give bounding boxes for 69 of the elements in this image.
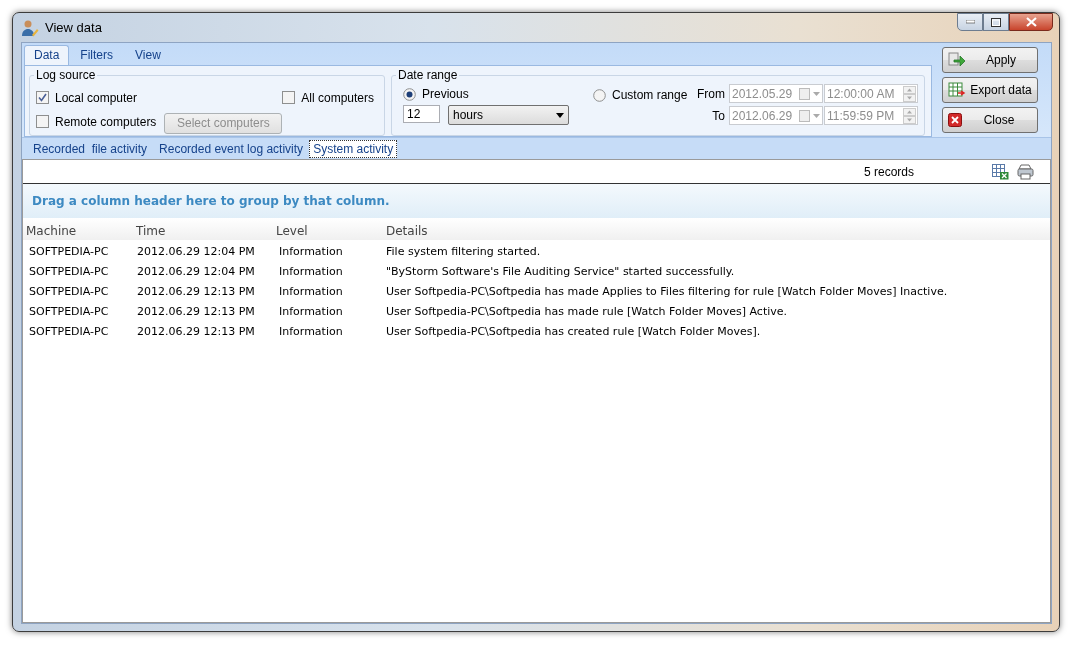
ribbon-tab[interactable]: Filters <box>69 46 125 65</box>
column-header[interactable]: Time <box>133 224 273 240</box>
spin-icon <box>903 107 916 124</box>
table-cell-text: 2012.06.29 12:04 PM <box>136 264 256 278</box>
unit-dropdown[interactable]: hours <box>448 105 569 125</box>
minimize-icon <box>965 20 975 24</box>
maximize-icon <box>991 17 1001 27</box>
radio-button[interactable] <box>593 88 606 102</box>
checkbox-label: All computers <box>301 90 374 105</box>
close-window-button[interactable] <box>1009 13 1053 31</box>
close-icon <box>948 113 962 127</box>
table-cell-text: Information <box>278 324 344 338</box>
radio-label: Previous <box>422 87 469 101</box>
export-spreadsheet-icon[interactable] <box>992 163 1009 180</box>
spreadsheet-icon <box>948 82 966 98</box>
arrow-icon <box>948 52 966 68</box>
column-header[interactable]: Level <box>273 224 383 240</box>
table-cell-text: 2012.06.29 12:04 PM <box>136 244 256 258</box>
group-title: Date range <box>396 68 460 82</box>
table-cell-text: Information <box>278 264 344 278</box>
checkbox[interactable] <box>36 91 49 105</box>
group-title: Log source <box>34 68 98 82</box>
group-by-hint: Drag a column header here to group by that column. <box>32 194 390 208</box>
export-button[interactable]: Export data <box>942 77 1038 103</box>
checkbox[interactable] <box>36 115 49 129</box>
ribbon-tab[interactable]: View <box>124 46 172 65</box>
table-cell-text: User Softpedia-PC\Softpedia has made Applies to Files filtering for rule [Watch Folder Moves] Inactive. <box>385 284 949 298</box>
table-cell-text: User Softpedia-PC\Softpedia has made rule [Watch Folder Moves] Active. <box>385 304 789 318</box>
minimize-button[interactable] <box>957 13 983 31</box>
window-title: View data <box>45 20 103 35</box>
table-cell-text: SOFTPEDIA-PC <box>28 284 110 298</box>
table-cell-text: 2012.06.29 12:13 PM <box>136 304 256 318</box>
calendar-dropdown-icon <box>799 109 821 122</box>
field-label: To <box>711 108 725 123</box>
user-icon <box>21 18 39 37</box>
dropdown-arrow-icon <box>556 112 564 118</box>
table-cell-text: "ByStorm Software's File Auditing Service" started successfully. <box>385 264 736 278</box>
column-header[interactable]: Details <box>383 224 1050 240</box>
close-button[interactable]: Close <box>942 107 1038 133</box>
print-icon[interactable] <box>1017 163 1034 180</box>
radio-button[interactable] <box>403 87 416 101</box>
column-header[interactable]: Machine <box>23 224 133 240</box>
table-cell-text: SOFTPEDIA-PC <box>28 304 110 318</box>
ribbon-tab[interactable]: Data <box>24 45 70 65</box>
activity-tab[interactable]: System activity <box>309 139 398 158</box>
checkbox-label: Remote computers <box>55 114 157 129</box>
table-cell-text: SOFTPEDIA-PC <box>28 264 110 278</box>
table-cell-text: Information <box>278 244 344 258</box>
checkbox-label: Local computer <box>55 90 138 105</box>
apply-button[interactable]: Apply <box>942 47 1038 73</box>
table-cell-text: Information <box>278 304 344 318</box>
table-cell-text: 2012.06.29 12:13 PM <box>136 284 256 298</box>
activity-tab[interactable]: Recorded event log activity <box>153 139 310 158</box>
table-cell-text: SOFTPEDIA-PC <box>28 324 110 338</box>
record-count: 5 records <box>863 164 914 179</box>
table-cell-text: Information <box>278 284 344 298</box>
checkbox[interactable] <box>282 91 296 105</box>
radio-label: Custom range <box>612 88 688 102</box>
spin-icon <box>903 85 916 102</box>
table-cell-text: 2012.06.29 12:13 PM <box>136 324 256 338</box>
field-label: From <box>697 86 725 101</box>
number-field[interactable]: 12 <box>403 105 440 123</box>
table-cell-text: File system filtering started. <box>385 244 542 258</box>
calendar-dropdown-icon <box>799 87 821 100</box>
table-cell-text: SOFTPEDIA-PC <box>28 244 110 258</box>
table-cell-text: User Softpedia-PC\Softpedia has created rule [Watch Folder Moves]. <box>385 324 762 338</box>
close-icon <box>1025 17 1037 27</box>
maximize-button[interactable] <box>983 13 1009 31</box>
activity-tab[interactable]: Recorded file activity <box>27 139 154 158</box>
